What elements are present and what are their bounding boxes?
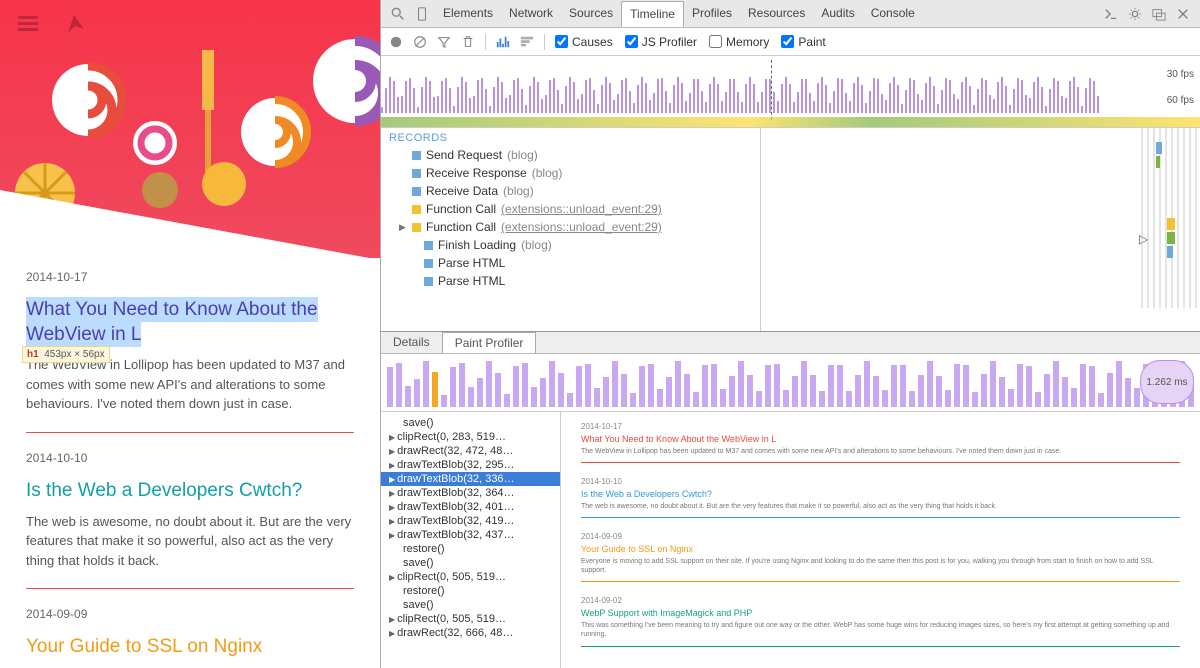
post-divider: [26, 432, 354, 433]
device-icon[interactable]: [415, 7, 429, 21]
records-pane: RECORDS Send Request (blog)Receive Respo…: [381, 128, 1200, 332]
diagonal-cut: [0, 190, 380, 258]
record-row[interactable]: ▶Function Call (extensions::unload_event…: [381, 218, 760, 236]
devtools-tab-audits[interactable]: Audits: [813, 1, 862, 26]
blog-post: 2014-10-10 Is the Web a Developers Cwtch…: [26, 451, 354, 589]
draw-call-row[interactable]: ▶drawTextBlob(32, 336…: [381, 472, 560, 486]
devtools: ElementsNetworkSourcesTimelineProfilesRe…: [380, 0, 1200, 668]
record-row[interactable]: Finish Loading (blog): [381, 236, 760, 254]
candy-icon: [48, 60, 128, 140]
toolbar-check-js-profiler[interactable]: JS Profiler: [625, 35, 697, 49]
draw-call-row[interactable]: restore(): [381, 542, 560, 556]
post-date: 2014-10-10: [26, 451, 354, 465]
draw-call-list[interactable]: save()▶clipRect(0, 283, 519…▶drawRect(32…: [381, 412, 561, 668]
paint-preview: 2014-10-17What You Need to Know About th…: [561, 412, 1200, 668]
candy-icon: [238, 95, 312, 169]
paint-time-badge: 1.262 ms: [1140, 360, 1194, 404]
timeline-toolbar: Causes JS Profiler Memory Paint: [381, 28, 1200, 56]
paint-profiler: 1.262 ms save()▶clipRect(0, 283, 519…▶dr…: [381, 354, 1200, 668]
draw-call-row[interactable]: ▶clipRect(0, 505, 519…: [381, 570, 560, 584]
draw-call-row[interactable]: ▶clipRect(0, 283, 519…: [381, 430, 560, 444]
devtools-tab-profiles[interactable]: Profiles: [684, 1, 740, 26]
record-row[interactable]: Send Request (blog): [381, 146, 760, 164]
record-row[interactable]: Receive Response (blog): [381, 164, 760, 182]
draw-call-row[interactable]: save(): [381, 416, 560, 430]
hamburger-menu-icon[interactable]: [18, 16, 38, 32]
post-body: The WebView in Lollipop has been updated…: [26, 355, 354, 414]
detail-tabs: DetailsPaint Profiler: [381, 332, 1200, 354]
search-icon[interactable]: [391, 7, 405, 21]
post-title[interactable]: Your Guide to SSL on Nginx: [26, 635, 354, 660]
devtools-tab-resources[interactable]: Resources: [740, 1, 813, 26]
devtools-tab-elements[interactable]: Elements: [435, 1, 501, 26]
records-list[interactable]: RECORDS Send Request (blog)Receive Respo…: [381, 128, 761, 331]
subtab-details[interactable]: Details: [381, 332, 442, 353]
draw-call-row[interactable]: save(): [381, 598, 560, 612]
post-title[interactable]: What You Need to Know About the WebView …: [26, 298, 354, 347]
subtab-paint-profiler[interactable]: Paint Profiler: [442, 332, 537, 353]
candy-icon: [310, 36, 380, 126]
devtools-tab-network[interactable]: Network: [501, 1, 561, 26]
preview-post: 2014-10-10Is the Web a Developers Cwtch?…: [581, 477, 1180, 518]
devtools-tabbar: ElementsNetworkSourcesTimelineProfilesRe…: [381, 0, 1200, 28]
record-row[interactable]: Parse HTML: [381, 272, 760, 290]
devtools-tab-sources[interactable]: Sources: [561, 1, 621, 26]
toolbar-check-causes[interactable]: Causes: [555, 35, 613, 49]
flame-view-icon[interactable]: [520, 35, 534, 49]
filter-icon[interactable]: [437, 35, 451, 49]
blog-content: 2014-10-17 What You Need to Know About t…: [0, 270, 380, 668]
record-row[interactable]: Function Call (extensions::unload_event:…: [381, 200, 760, 218]
draw-call-row[interactable]: ▶drawTextBlob(32, 364…: [381, 486, 560, 500]
toolbar-check-paint[interactable]: Paint: [781, 35, 825, 49]
post-divider: [26, 588, 354, 589]
preview-post: 2014-09-02WebP Support with ImageMagick …: [581, 596, 1180, 646]
element-dimension-tooltip: h1 453px × 56px: [22, 346, 110, 363]
record-row[interactable]: Receive Data (blog): [381, 182, 760, 200]
draw-call-row[interactable]: ▶drawTextBlob(32, 419…: [381, 514, 560, 528]
draw-call-row[interactable]: ▶drawTextBlob(32, 295…: [381, 458, 560, 472]
gear-icon[interactable]: [1128, 7, 1142, 21]
bars-view-icon[interactable]: [496, 35, 510, 49]
post-date: 2014-09-09: [26, 607, 354, 621]
draw-call-row[interactable]: ▶drawRect(32, 472, 48…: [381, 444, 560, 458]
drawer-toggle-icon[interactable]: [1104, 7, 1118, 21]
records-flame-chart[interactable]: ▷: [761, 128, 1200, 331]
draw-call-row[interactable]: restore(): [381, 584, 560, 598]
paint-time-chart[interactable]: 1.262 ms: [381, 354, 1200, 412]
preview-post: 2014-10-17What You Need to Know About th…: [581, 422, 1180, 463]
draw-call-row[interactable]: ▶clipRect(0, 505, 519…: [381, 612, 560, 626]
draw-call-row[interactable]: ▶drawTextBlob(32, 401…: [381, 500, 560, 514]
toolbar-check-memory[interactable]: Memory: [709, 35, 769, 49]
devtools-tab-console[interactable]: Console: [863, 1, 923, 26]
records-header: RECORDS: [381, 128, 760, 146]
post-body: The web is awesome, no doubt about it. B…: [26, 512, 354, 571]
devtools-tab-timeline[interactable]: Timeline: [621, 1, 684, 27]
clear-icon[interactable]: [413, 35, 427, 49]
navigation-arrow-icon[interactable]: [68, 15, 84, 33]
candy-icon: [130, 118, 180, 168]
blog-hero: [0, 0, 380, 258]
dock-icon[interactable]: [1152, 7, 1166, 21]
fps-overview[interactable]: 30 fps60 fps: [381, 56, 1200, 128]
close-icon[interactable]: [1176, 7, 1190, 21]
trash-icon[interactable]: [461, 35, 475, 49]
post-date: 2014-10-17: [26, 270, 354, 284]
record-icon[interactable]: [389, 35, 403, 49]
blog-post: 2014-09-09 Your Guide to SSL on Nginx Ev…: [26, 607, 354, 668]
draw-call-row[interactable]: ▶drawRect(32, 666, 48…: [381, 626, 560, 640]
draw-call-row[interactable]: save(): [381, 556, 560, 570]
record-row[interactable]: Parse HTML: [381, 254, 760, 272]
preview-post: 2014-09-09Your Guide to SSL on NginxEver…: [581, 532, 1180, 582]
draw-call-row[interactable]: ▶drawTextBlob(32, 437…: [381, 528, 560, 542]
blog-pane: 2014-10-17 What You Need to Know About t…: [0, 0, 380, 668]
post-title[interactable]: Is the Web a Developers Cwtch?: [26, 479, 354, 504]
